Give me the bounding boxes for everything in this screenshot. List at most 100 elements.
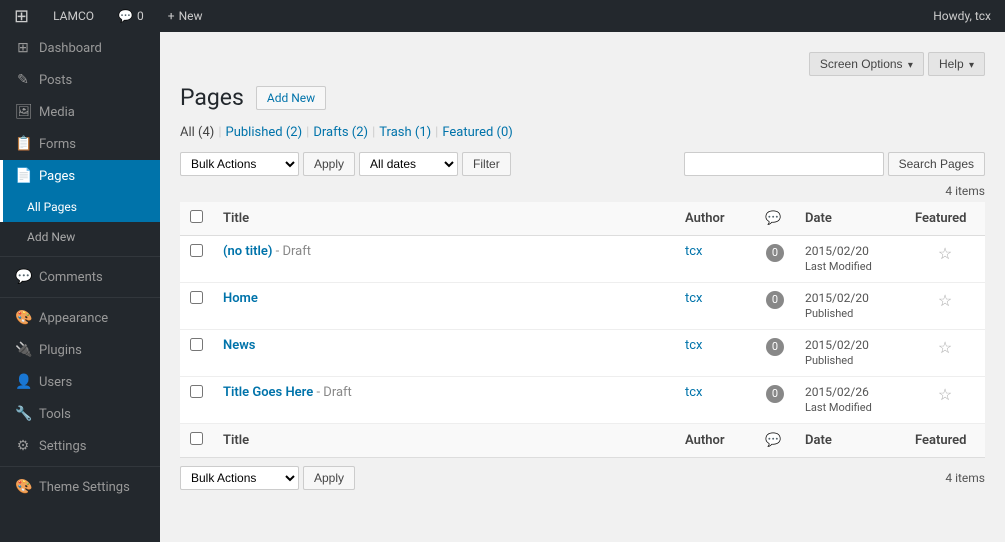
wp-logo[interactable]: ⊞ <box>8 0 35 32</box>
add-new-button[interactable]: Add New <box>256 86 326 110</box>
user-howdy[interactable]: Howdy, tcx <box>927 0 997 32</box>
date-column-header[interactable]: Date <box>795 202 905 236</box>
appearance-icon: 🎨 <box>15 310 31 326</box>
apply-top-button[interactable]: Apply <box>303 152 355 176</box>
table-row: News tcx 0 2015/02/20 Published ☆ <box>180 330 985 377</box>
featured-star-0[interactable]: ☆ <box>938 244 952 263</box>
main-content: Screen Options ▾ Help ▾ Pages Add New Al… <box>160 32 1005 542</box>
sidebar-item-pages[interactable]: 📄 Pages <box>0 160 160 192</box>
comment-bubble-footer-icon: 💬 <box>765 433 781 448</box>
select-all-checkbox[interactable] <box>190 210 203 223</box>
bulk-actions-bottom-select[interactable]: Bulk Actions <box>180 466 299 490</box>
search-area: Search Pages <box>684 152 985 176</box>
sidebar-item-posts[interactable]: ✎ Posts <box>0 64 160 96</box>
row-featured-cell-1: ☆ <box>905 283 985 330</box>
sidebar-label-settings: Settings <box>39 439 86 454</box>
title-footer-header: Title <box>213 424 675 458</box>
row-checkbox-3[interactable] <box>190 385 203 398</box>
sidebar-item-media[interactable]: 🖼 Media <box>0 96 160 128</box>
sidebar-item-appearance[interactable]: 🎨 Appearance <box>0 302 160 334</box>
table-header-row: Title Author 💬 Date Featured <box>180 202 985 236</box>
bottom-action-area: Bulk Actions Apply 4 items <box>180 466 985 490</box>
help-button[interactable]: Help ▾ <box>928 52 985 76</box>
filter-button[interactable]: Filter <box>462 152 511 176</box>
row-checkbox-1[interactable] <box>190 291 203 304</box>
author-link-0[interactable]: tcx <box>685 244 703 259</box>
sidebar-item-theme-settings[interactable]: 🎨 Theme Settings <box>0 471 160 503</box>
sidebar-item-tools[interactable]: 🔧 Tools <box>0 398 160 430</box>
site-name[interactable]: LAMCO <box>47 0 100 32</box>
row-date-3: 2015/02/26 <box>805 385 869 399</box>
filter-tab-trash[interactable]: Trash (1) <box>379 123 431 142</box>
pages-table-body: (no title) - Draft tcx 0 2015/02/20 Last… <box>180 236 985 424</box>
plugins-icon: 🔌 <box>15 342 31 358</box>
sidebar-item-forms[interactable]: 📋 Forms <box>0 128 160 160</box>
sidebar-label-forms: Forms <box>39 137 76 152</box>
page-title: Pages <box>180 84 244 111</box>
featured-star-2[interactable]: ☆ <box>938 338 952 357</box>
comment-count-1: 0 <box>766 291 784 309</box>
author-column-header[interactable]: Author <box>675 202 755 236</box>
sidebar-item-plugins[interactable]: 🔌 Plugins <box>0 334 160 366</box>
row-author-cell-1: tcx <box>675 283 755 330</box>
top-action-bar: Bulk Actions Apply All dates Filter <box>180 152 511 176</box>
row-author-cell-0: tcx <box>675 236 755 283</box>
filter-tab-featured[interactable]: Featured (0) <box>442 123 512 142</box>
sidebar-label-all-pages: All Pages <box>27 200 77 214</box>
comment-icon: 💬 <box>118 9 133 23</box>
sidebar-item-add-new-page[interactable]: Add New <box>0 222 160 252</box>
search-pages-input[interactable] <box>684 152 884 176</box>
row-title-cell-0: (no title) - Draft <box>213 236 675 283</box>
sidebar-label-comments: Comments <box>39 270 103 285</box>
title-column-header[interactable]: Title <box>213 202 675 236</box>
page-title-link-2[interactable]: News <box>223 338 255 353</box>
row-title-cell-3: Title Goes Here - Draft <box>213 377 675 424</box>
sidebar-label-appearance: Appearance <box>39 311 108 326</box>
filter-tab-drafts[interactable]: Drafts (2) <box>313 123 368 142</box>
comments-icon: 💬 <box>15 269 31 285</box>
select-all-footer-checkbox[interactable] <box>190 432 203 445</box>
filter-tab-all[interactable]: All (4) <box>180 123 214 142</box>
sidebar-label-add-new-page: Add New <box>27 230 75 244</box>
filter-tab-published[interactable]: Published (2) <box>226 123 303 142</box>
select-all-footer <box>180 424 213 458</box>
tools-icon: 🔧 <box>15 406 31 422</box>
page-title-link-0[interactable]: (no title) <box>223 244 272 259</box>
row-checkbox-2[interactable] <box>190 338 203 351</box>
row-comment-cell-1: 0 <box>755 283 795 330</box>
author-link-3[interactable]: tcx <box>685 385 703 400</box>
sidebar-item-settings[interactable]: ⚙ Settings <box>0 430 160 462</box>
sidebar-item-all-pages[interactable]: All Pages <box>0 192 160 222</box>
row-checkbox-0[interactable] <box>190 244 203 257</box>
row-date-0: 2015/02/20 <box>805 244 869 258</box>
page-title-link-1[interactable]: Home <box>223 291 258 306</box>
sidebar-item-dashboard[interactable]: ⊞ Dashboard <box>0 32 160 64</box>
sidebar-item-users[interactable]: 👤 Users <box>0 366 160 398</box>
apply-bottom-button[interactable]: Apply <box>303 466 355 490</box>
page-title-link-3[interactable]: Title Goes Here <box>223 385 313 400</box>
screen-options-button[interactable]: Screen Options ▾ <box>809 52 924 76</box>
bulk-actions-top-select[interactable]: Bulk Actions <box>180 152 299 176</box>
featured-star-1[interactable]: ☆ <box>938 291 952 310</box>
author-link-1[interactable]: tcx <box>685 291 703 306</box>
row-comment-cell-0: 0 <box>755 236 795 283</box>
sidebar-item-comments[interactable]: 💬 Comments <box>0 261 160 293</box>
sidebar: ⊞ Dashboard ✎ Posts 🖼 Media 📋 Forms 📄 Pa… <box>0 32 160 542</box>
search-pages-button[interactable]: Search Pages <box>888 152 985 176</box>
row-status-3: - Draft <box>316 385 351 400</box>
new-content-link[interactable]: + New <box>162 0 209 32</box>
sidebar-label-tools: Tools <box>39 407 71 422</box>
table-row: (no title) - Draft tcx 0 2015/02/20 Last… <box>180 236 985 283</box>
row-featured-cell-3: ☆ <box>905 377 985 424</box>
row-author-cell-2: tcx <box>675 330 755 377</box>
author-link-2[interactable]: tcx <box>685 338 703 353</box>
comments-link[interactable]: 💬 0 <box>112 0 150 32</box>
sidebar-label-theme-settings: Theme Settings <box>39 480 130 495</box>
sidebar-label-media: Media <box>39 105 75 120</box>
top-action-area: Bulk Actions Apply All dates Filter Sear… <box>180 152 985 176</box>
featured-star-3[interactable]: ☆ <box>938 385 952 404</box>
featured-column-header[interactable]: Featured <box>905 202 985 236</box>
row-checkbox-cell-2 <box>180 330 213 377</box>
table-row: Home tcx 0 2015/02/20 Published ☆ <box>180 283 985 330</box>
date-filter-select[interactable]: All dates <box>359 152 458 176</box>
